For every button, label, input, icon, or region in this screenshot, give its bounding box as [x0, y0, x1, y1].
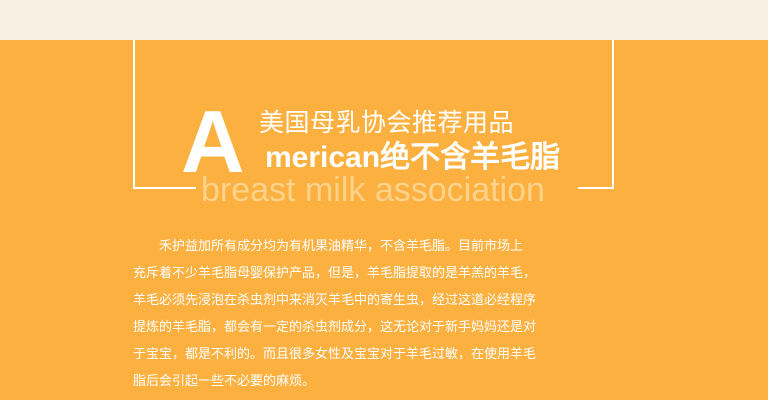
body-line: 充斥着不少羊毛脂母婴保护产品，但是，羊毛脂提取的是羊羔的羊毛，: [133, 266, 537, 281]
body-paragraph: 禾护益加所有成分均为有机果油精华，不含羊毛脂。目前市场上 充斥着不少羊毛脂母婴保…: [133, 233, 635, 395]
top-band: [0, 0, 768, 40]
subtitle: breast milk association: [201, 171, 545, 209]
body-line: 禾护益加所有成分均为有机果油精华，不含羊毛脂。目前市场上: [159, 239, 524, 254]
frame-left-line: [133, 40, 135, 188]
body-line: 于宝宝，都是不利的。而且很多女性及宝宝对于羊毛过敏，在使用羊毛: [133, 347, 537, 362]
frame-right-line: [612, 40, 614, 188]
body-line: 脂后会引起一些不必要的麻烦。: [133, 374, 316, 389]
headline-line-1: 美国母乳协会推荐用品: [259, 108, 515, 137]
body-line: 提炼的羊毛脂，都会有一定的杀虫剂成分，这无论对于新手妈妈还是对: [133, 320, 537, 335]
body-line: 羊毛必须先浸泡在杀虫剂中来消灭羊毛中的寄生虫，经过这道必经程序: [133, 293, 537, 308]
frame-bottom-right-line: [578, 187, 614, 189]
